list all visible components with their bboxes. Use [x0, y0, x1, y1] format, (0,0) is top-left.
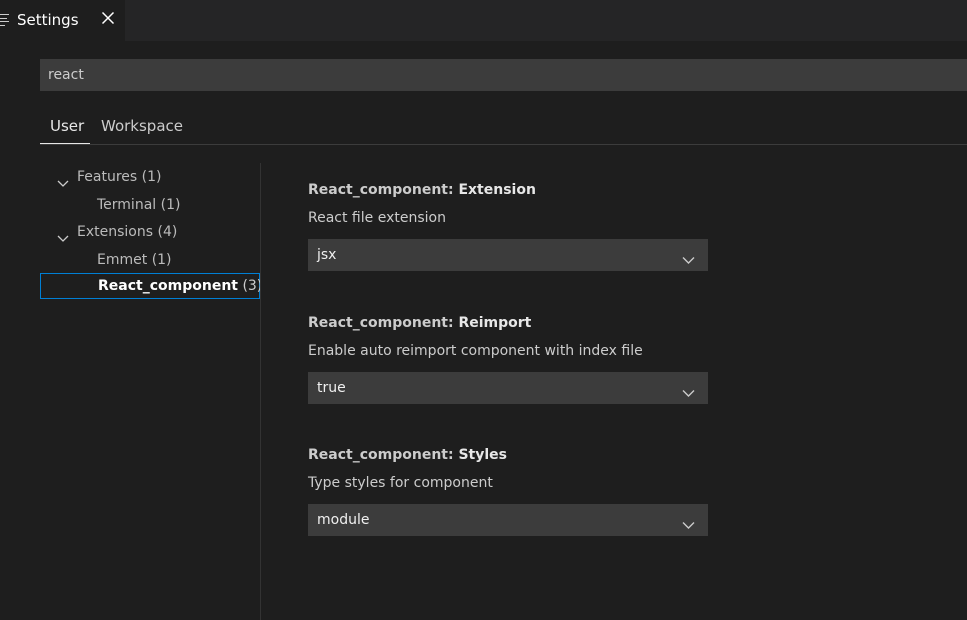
toc-item-count: (1)	[151, 252, 172, 268]
toc-item-label: Emmet	[97, 252, 148, 268]
toc-item-count: (1)	[141, 169, 162, 185]
select-value: true	[317, 380, 346, 396]
chevron-down-icon[interactable]	[57, 172, 69, 187]
toc-item-react-component[interactable]: React_component (3)	[40, 273, 262, 299]
active-tab-indicator	[40, 143, 90, 144]
toc-item-features[interactable]: Features (1)	[40, 164, 260, 190]
setting-extension: React_component: Extension React file ex…	[308, 181, 708, 271]
select-value: jsx	[317, 247, 337, 263]
setting-category: React_component:	[308, 315, 459, 331]
settings-list-icon	[0, 14, 9, 26]
search-query: react	[48, 67, 84, 83]
reimport-select[interactable]: true	[308, 372, 708, 404]
scope-tabs-divider	[40, 144, 967, 145]
setting-key: Reimport	[458, 315, 532, 331]
styles-select[interactable]: module	[308, 504, 708, 536]
chevron-down-icon[interactable]	[57, 227, 69, 242]
setting-key: Extension	[458, 182, 536, 198]
toc-item-label: React_component	[98, 278, 238, 294]
setting-title: React_component: Styles	[308, 446, 708, 464]
chevron-down-icon[interactable]	[682, 515, 695, 529]
settings-tab[interactable]: Settings	[0, 0, 125, 41]
toc-item-emmet[interactable]: Emmet (1)	[40, 247, 260, 273]
setting-description: Enable auto reimport component with inde…	[308, 343, 643, 359]
setting-title: React_component: Reimport	[308, 314, 708, 332]
extension-select[interactable]: jsx	[308, 239, 708, 271]
toc-item-count: (1)	[160, 197, 181, 213]
setting-category: React_component:	[308, 447, 459, 463]
tab-user[interactable]: User	[50, 117, 84, 135]
setting-category: React_component:	[308, 182, 459, 198]
setting-title: React_component: Extension	[308, 181, 708, 199]
select-value: module	[317, 512, 370, 528]
setting-styles: React_component: Styles Type styles for …	[308, 446, 708, 536]
toc-item-terminal[interactable]: Terminal (1)	[40, 192, 260, 218]
setting-key: Styles	[458, 447, 507, 463]
chevron-down-icon[interactable]	[682, 250, 695, 264]
settings-search-input[interactable]: react	[40, 59, 967, 91]
setting-reimport: React_component: Reimport Enable auto re…	[308, 314, 708, 404]
setting-description: React file extension	[308, 210, 446, 226]
toc-item-label: Features	[77, 169, 138, 185]
toc-item-extensions[interactable]: Extensions (4)	[40, 219, 260, 245]
tab-workspace[interactable]: Workspace	[101, 117, 183, 135]
tab-label: Settings	[17, 11, 79, 29]
setting-description: Type styles for component	[308, 475, 493, 491]
toc-item-count: (4)	[157, 224, 178, 240]
toc-item-label: Terminal	[97, 197, 157, 213]
close-icon[interactable]	[100, 10, 116, 26]
toc-item-label: Extensions	[77, 224, 154, 240]
editor-tab-bar: Settings	[0, 0, 967, 41]
toc-divider	[260, 163, 261, 620]
chevron-down-icon[interactable]	[682, 383, 695, 397]
